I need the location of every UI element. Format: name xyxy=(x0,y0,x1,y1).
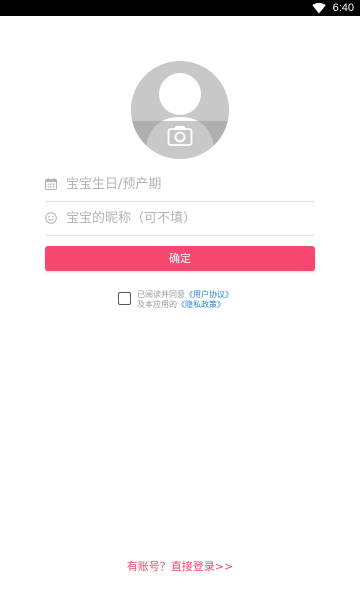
agreement-text: 已阅读并同意《用户协议》 及本应用的《隐私政策》 xyxy=(137,290,267,310)
user-agreement-link[interactable]: 《用户协议》 xyxy=(185,290,233,299)
agreement-prefix-2: 及本应用的 xyxy=(137,300,177,309)
avatar-placeholder xyxy=(131,61,229,159)
birthday-field-row xyxy=(45,168,315,202)
avatar-upload[interactable] xyxy=(131,61,229,159)
agree-checkbox[interactable] xyxy=(118,292,131,305)
nickname-input[interactable] xyxy=(66,206,311,230)
agreement-line-2: 及本应用的《隐私政策》 xyxy=(137,300,267,310)
smiley-icon xyxy=(45,212,57,224)
agreement-line-1: 已阅读并同意《用户协议》 xyxy=(137,290,267,300)
nickname-field-row xyxy=(45,202,315,236)
wifi-icon xyxy=(312,2,326,14)
login-link[interactable]: 有账号？直接登录>> xyxy=(0,558,360,574)
confirm-button[interactable]: 确定 xyxy=(45,246,315,271)
status-bar: 6:40 xyxy=(0,0,360,16)
birthday-input[interactable] xyxy=(66,172,311,196)
calendar-icon xyxy=(45,178,57,190)
agreement-prefix-1: 已阅读并同意 xyxy=(137,290,185,299)
status-time: 6:40 xyxy=(332,2,354,14)
privacy-policy-link[interactable]: 《隐私政策》 xyxy=(177,300,225,309)
